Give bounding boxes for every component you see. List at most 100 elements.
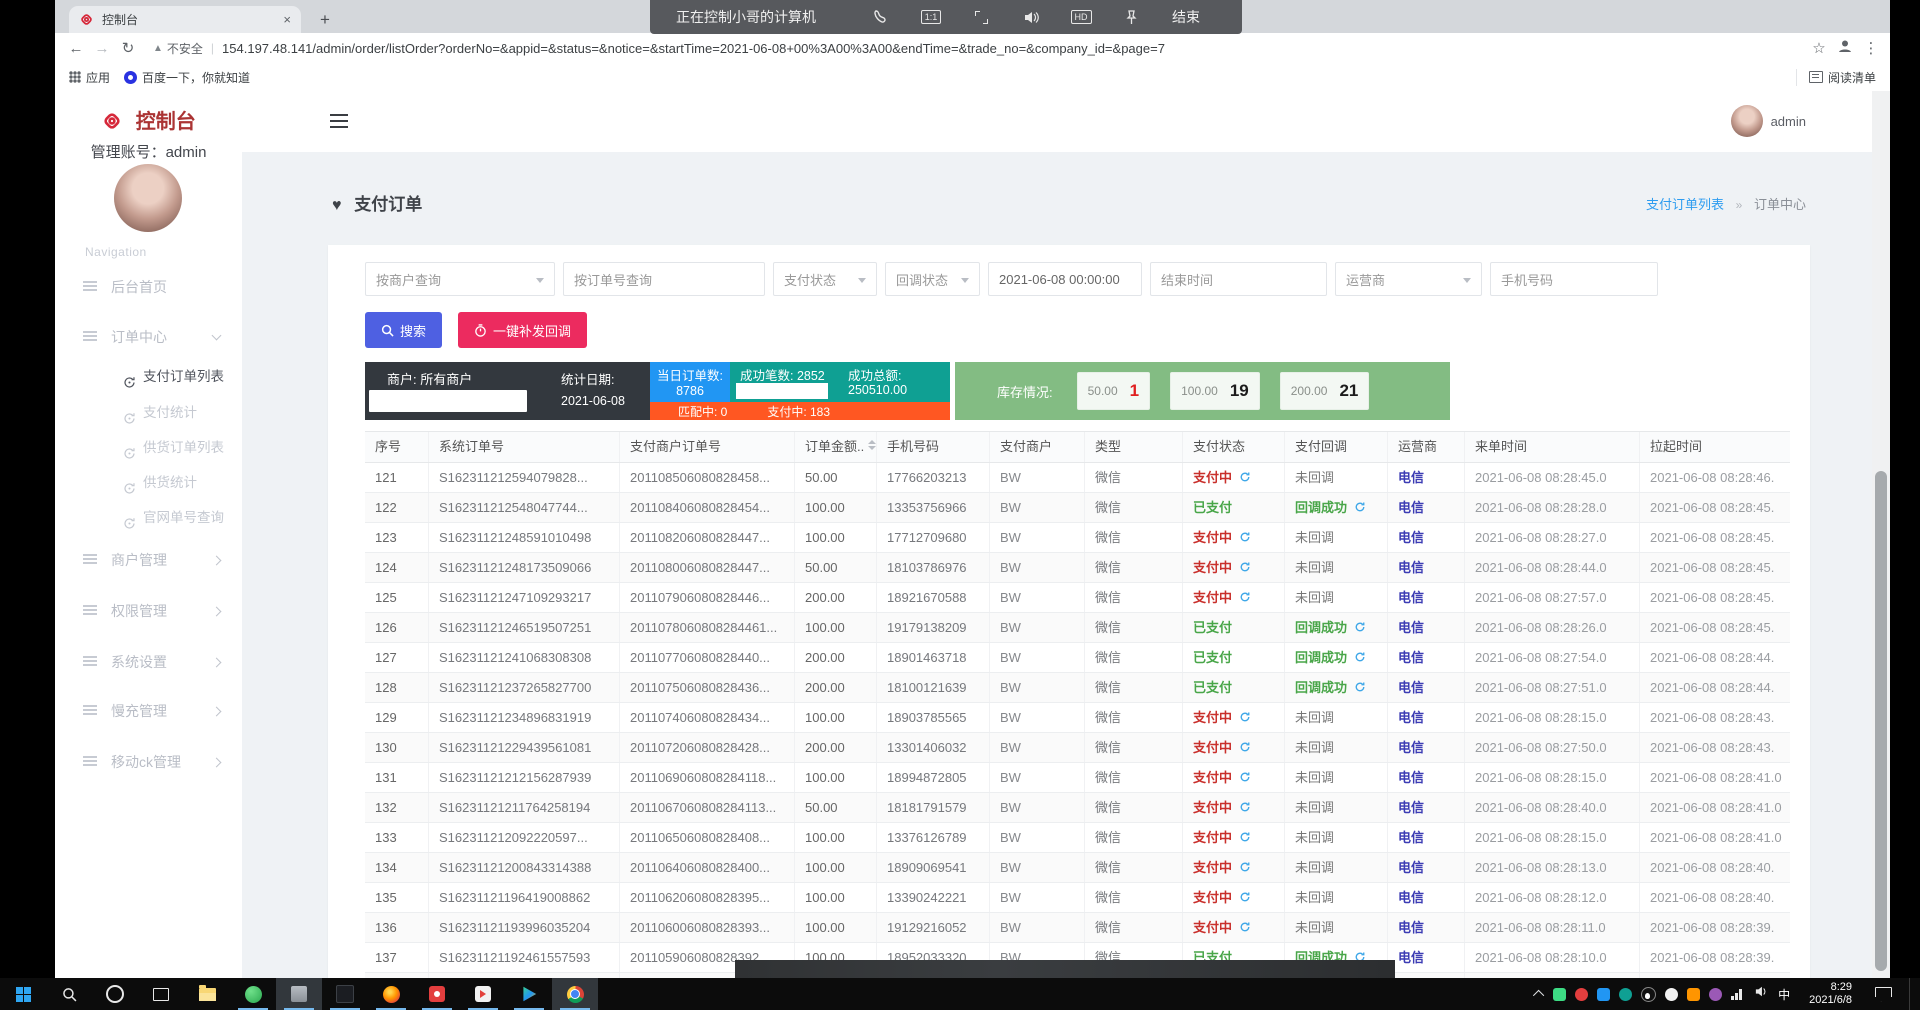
table-row[interactable]: 125 S16231121247109293217 20110790608082… — [365, 583, 1790, 613]
cell-callback[interactable]: 未回调 — [1285, 523, 1388, 552]
cell-callback[interactable]: 回调成功 — [1285, 613, 1388, 642]
merchant-stat-input[interactable] — [369, 390, 527, 412]
browser-tab[interactable]: 控制台 × — [69, 6, 301, 33]
taskbar-app-remote[interactable] — [276, 978, 322, 1010]
network-icon[interactable] — [1731, 989, 1745, 1000]
table-row[interactable]: 126 S16231121246519507251 20110780608082… — [365, 613, 1790, 643]
ratio-1-1-icon[interactable]: 1:1 — [920, 7, 942, 27]
cell-callback[interactable]: 未回调 — [1285, 733, 1388, 762]
sidebar-item-slow-recharge-mgmt[interactable]: 慢充管理 — [55, 696, 242, 726]
table-row[interactable]: 136 S16231121193996035204 20110600608082… — [365, 913, 1790, 943]
show-desktop-button[interactable] — [1909, 978, 1914, 1010]
cell-callback[interactable]: 未回调 — [1285, 853, 1388, 882]
cell-pay-status[interactable]: 支付中 — [1183, 703, 1285, 732]
cell-pay-status[interactable]: 支付中 — [1183, 853, 1285, 882]
cell-pay-status[interactable]: 支付中 — [1183, 583, 1285, 612]
user-avatar[interactable] — [114, 164, 182, 232]
end-time-input[interactable]: 结束时间 — [1150, 262, 1327, 296]
cell-callback[interactable]: 回调成功 — [1285, 493, 1388, 522]
breadcrumb-parent[interactable]: 订单中心 — [1754, 197, 1806, 212]
col-header-amount[interactable]: 订单金额.. — [795, 432, 877, 462]
cell-pay-status[interactable]: 支付中 — [1183, 883, 1285, 912]
cell-pay-status[interactable]: 已支付 — [1183, 613, 1285, 642]
cell-pay-status[interactable]: 支付中 — [1183, 733, 1285, 762]
sidebar-item-system-settings[interactable]: 系统设置 — [55, 647, 242, 677]
tray-icon-3[interactable] — [1597, 988, 1610, 1001]
header-user[interactable]: admin — [1731, 105, 1806, 137]
cell-pay-status[interactable]: 已支付 — [1183, 673, 1285, 702]
tray-icon-2[interactable] — [1575, 988, 1588, 1001]
cell-pay-status[interactable]: 支付中 — [1183, 553, 1285, 582]
order-no-input[interactable]: 按订单号查询 — [563, 262, 765, 296]
taskbar-app-red[interactable] — [414, 978, 460, 1010]
tray-icon-penguin[interactable] — [1641, 987, 1656, 1002]
table-row[interactable]: 133 S162311212092220597... 2011065060808… — [365, 823, 1790, 853]
merchant-select[interactable]: 按商户查询 — [365, 262, 555, 296]
tray-icon-4[interactable] — [1619, 988, 1632, 1001]
sidebar-item-pay-stats[interactable]: 支付统计 — [55, 399, 242, 427]
cell-callback[interactable]: 未回调 — [1285, 553, 1388, 582]
hamburger-menu-icon[interactable] — [330, 120, 348, 122]
table-row[interactable]: 132 S16231121211764258194 20110670608082… — [365, 793, 1790, 823]
address-bar[interactable]: ▲ 不安全 | 154.197.48.141/admin/order/listO… — [153, 40, 1806, 57]
phone-input[interactable]: 手机号码 — [1490, 262, 1658, 296]
cell-pay-status[interactable]: 支付中 — [1183, 793, 1285, 822]
taskbar-app-chrome[interactable] — [552, 978, 598, 1010]
sidebar-item-permission-mgmt[interactable]: 权限管理 — [55, 596, 242, 626]
tray-icon-8[interactable] — [1709, 988, 1722, 1001]
reading-list-button[interactable]: 阅读清单 — [1796, 69, 1876, 86]
taskbar-app-green[interactable] — [230, 978, 276, 1010]
taskbar-app-media[interactable] — [506, 978, 552, 1010]
action-center-icon[interactable] — [1875, 987, 1892, 1002]
success-count-input[interactable] — [736, 383, 828, 399]
table-row[interactable]: 131 S16231121212156287939 20110690608082… — [365, 763, 1790, 793]
cell-pay-status[interactable]: 支付中 — [1183, 463, 1285, 492]
sidebar-item-merchant-mgmt[interactable]: 商户管理 — [55, 545, 242, 575]
browser-menu-icon[interactable]: ⋮ — [1858, 39, 1884, 57]
breadcrumb-current[interactable]: 支付订单列表 — [1646, 197, 1724, 212]
url-text[interactable]: 154.197.48.141/admin/order/listOrder?ord… — [222, 41, 1165, 56]
taskbar-app-firefox[interactable] — [368, 978, 414, 1010]
start-time-input[interactable]: 2021-06-08 00:00:00 — [988, 262, 1142, 296]
cell-callback[interactable]: 未回调 — [1285, 793, 1388, 822]
cell-pay-status[interactable]: 支付中 — [1183, 523, 1285, 552]
cell-callback[interactable]: 未回调 — [1285, 913, 1388, 942]
cell-callback[interactable]: 未回调 — [1285, 463, 1388, 492]
table-row[interactable]: 124 S16231121248173509066 20110800608082… — [365, 553, 1790, 583]
tray-icon-6[interactable] — [1665, 988, 1678, 1001]
tray-expand-icon[interactable] — [1533, 990, 1544, 1001]
sidebar-item-order-center[interactable]: 订单中心 — [55, 322, 242, 352]
taskbar-clock[interactable]: 8:29 2021/6/8 — [1809, 981, 1852, 1007]
hd-quality-icon[interactable]: HD — [1070, 7, 1092, 27]
reload-button[interactable]: ↻ — [115, 39, 141, 57]
cell-callback[interactable]: 未回调 — [1285, 823, 1388, 852]
cell-callback[interactable]: 回调成功 — [1285, 673, 1388, 702]
back-button[interactable]: ← — [63, 40, 89, 57]
sidebar-item-dashboard[interactable]: 后台首页 — [55, 272, 242, 302]
table-row[interactable]: 130 S16231121229439561081 20110720608082… — [365, 733, 1790, 763]
call-icon[interactable] — [870, 7, 892, 27]
table-row[interactable]: 122 S162311212548047744... 2011084060808… — [365, 493, 1790, 523]
cell-callback[interactable]: 未回调 — [1285, 583, 1388, 612]
sort-icon[interactable] — [868, 440, 876, 450]
sidebar-item-supply-order-list[interactable]: 供货订单列表 — [55, 434, 242, 462]
table-row[interactable]: 123 S16231121248591010498 20110820608082… — [365, 523, 1790, 553]
cell-pay-status[interactable]: 支付中 — [1183, 763, 1285, 792]
taskbar-search-button[interactable] — [46, 978, 92, 1010]
cell-callback[interactable]: 未回调 — [1285, 883, 1388, 912]
apps-shortcut[interactable]: 应用 — [69, 69, 110, 86]
cell-pay-status[interactable]: 已支付 — [1183, 643, 1285, 672]
volume-icon-remote[interactable] — [1020, 7, 1042, 27]
table-row[interactable]: 128 S16231121237265827700 20110750608082… — [365, 673, 1790, 703]
pay-status-select[interactable]: 支付状态 — [773, 262, 877, 296]
table-row[interactable]: 121 S162311212594079828... 2011085060808… — [365, 463, 1790, 493]
profile-icon[interactable] — [1832, 38, 1858, 58]
cell-pay-status[interactable]: 支付中 — [1183, 913, 1285, 942]
tab-close-icon[interactable]: × — [283, 12, 291, 27]
resend-callback-button[interactable]: 一键补发回调 — [458, 312, 587, 348]
ime-indicator[interactable]: 中 — [1778, 986, 1790, 1003]
end-control-button[interactable]: 结束 — [1172, 7, 1200, 27]
cell-callback[interactable]: 未回调 — [1285, 763, 1388, 792]
cortana-button[interactable] — [92, 978, 138, 1010]
baidu-bookmark[interactable]: 百度一下，你就知道 — [124, 69, 250, 86]
